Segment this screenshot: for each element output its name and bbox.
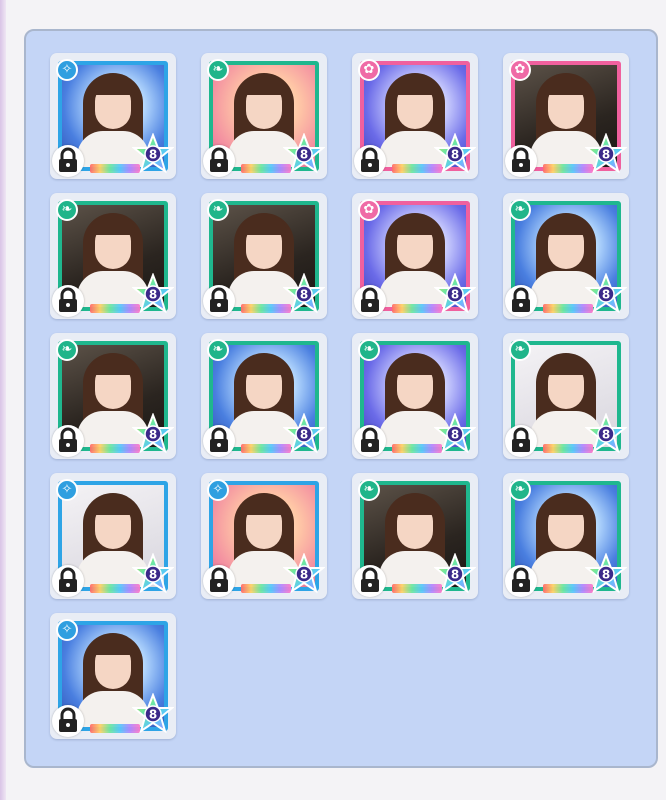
- leaf-icon: ❧: [207, 199, 229, 221]
- level-number: 8: [451, 428, 459, 442]
- member-card[interactable]: ❧ 8: [201, 53, 327, 179]
- level-number: 8: [149, 428, 157, 442]
- level-number: 8: [451, 148, 459, 162]
- level-number: 8: [451, 288, 459, 302]
- member-card[interactable]: ✿ 8: [352, 53, 478, 179]
- member-card[interactable]: ❧ 8: [503, 473, 629, 599]
- lock-icon: [354, 285, 386, 317]
- leaf-icon: ❧: [56, 199, 78, 221]
- card-grid: ✧ 8 ❧ 8 ✿ 8 ✿ 8 ❧ 8 ❧ 8 ✿ 8 ❧ 8 ❧ 8 ❧ 8 ❧ 8 ❧ 8 ✧ 8 ✧ 8 ❧ 8 ❧ 8 ✧ 8: [50, 53, 629, 739]
- level-number: 8: [149, 708, 157, 722]
- level-star-icon: 8: [131, 412, 175, 455]
- diamond-sparkle-icon: ✧: [56, 619, 78, 641]
- level-number: 8: [602, 288, 610, 302]
- diamond-sparkle-icon: ✧: [56, 479, 78, 501]
- level-number: 8: [149, 568, 157, 582]
- level-star-icon: 8: [282, 552, 326, 595]
- member-card[interactable]: ❧ 8: [352, 473, 478, 599]
- member-card[interactable]: ❧ 8: [503, 333, 629, 459]
- lock-icon: [52, 145, 84, 177]
- level-number: 8: [300, 148, 308, 162]
- lock-icon: [52, 425, 84, 457]
- member-card[interactable]: ✧ 8: [201, 473, 327, 599]
- lock-icon: [52, 705, 84, 737]
- leaf-icon: ❧: [56, 339, 78, 361]
- lock-icon: [505, 565, 537, 597]
- member-card[interactable]: ❧ 8: [50, 333, 176, 459]
- lock-icon: [505, 285, 537, 317]
- leaf-icon: ❧: [358, 339, 380, 361]
- level-star-icon: 8: [131, 552, 175, 595]
- level-number: 8: [602, 568, 610, 582]
- lock-icon: [52, 565, 84, 597]
- level-star-icon: 8: [433, 412, 477, 455]
- level-star-icon: 8: [131, 692, 175, 735]
- lock-icon: [505, 145, 537, 177]
- flower-icon: ✿: [509, 59, 531, 81]
- member-card[interactable]: ❧ 8: [201, 333, 327, 459]
- member-card[interactable]: ✿ 8: [352, 193, 478, 319]
- lock-icon: [354, 565, 386, 597]
- member-card[interactable]: ❧ 8: [503, 193, 629, 319]
- left-edge-border: [0, 0, 6, 800]
- lock-icon: [354, 425, 386, 457]
- member-card[interactable]: ❧ 8: [50, 193, 176, 319]
- level-star-icon: 8: [131, 272, 175, 315]
- member-card[interactable]: ✧ 8: [50, 613, 176, 739]
- level-star-icon: 8: [584, 272, 628, 315]
- lock-icon: [203, 565, 235, 597]
- leaf-icon: ❧: [207, 59, 229, 81]
- flower-icon: ✿: [358, 59, 380, 81]
- level-number: 8: [300, 568, 308, 582]
- member-card[interactable]: ✧ 8: [50, 473, 176, 599]
- level-star-icon: 8: [433, 132, 477, 175]
- lock-icon: [203, 145, 235, 177]
- level-star-icon: 8: [433, 272, 477, 315]
- level-star-icon: 8: [584, 132, 628, 175]
- level-star-icon: 8: [282, 132, 326, 175]
- level-star-icon: 8: [584, 412, 628, 455]
- leaf-icon: ❧: [509, 199, 531, 221]
- member-card[interactable]: ✧ 8: [50, 53, 176, 179]
- lock-icon: [203, 285, 235, 317]
- lock-icon: [203, 425, 235, 457]
- member-card[interactable]: ❧ 8: [201, 193, 327, 319]
- card-collection-panel: ✧ 8 ❧ 8 ✿ 8 ✿ 8 ❧ 8 ❧ 8 ✿ 8 ❧ 8 ❧ 8 ❧ 8 ❧ 8 ❧ 8 ✧ 8 ✧ 8 ❧ 8 ❧ 8 ✧ 8: [24, 29, 658, 768]
- leaf-icon: ❧: [509, 479, 531, 501]
- diamond-sparkle-icon: ✧: [207, 479, 229, 501]
- leaf-icon: ❧: [358, 479, 380, 501]
- level-star-icon: 8: [282, 412, 326, 455]
- flower-icon: ✿: [358, 199, 380, 221]
- level-star-icon: 8: [282, 272, 326, 315]
- leaf-icon: ❧: [509, 339, 531, 361]
- level-number: 8: [149, 288, 157, 302]
- leaf-icon: ❧: [207, 339, 229, 361]
- lock-icon: [354, 145, 386, 177]
- level-number: 8: [300, 288, 308, 302]
- member-card[interactable]: ✿ 8: [503, 53, 629, 179]
- member-card[interactable]: ❧ 8: [352, 333, 478, 459]
- level-number: 8: [149, 148, 157, 162]
- level-number: 8: [602, 148, 610, 162]
- diamond-sparkle-icon: ✧: [56, 59, 78, 81]
- level-star-icon: 8: [433, 552, 477, 595]
- level-number: 8: [602, 428, 610, 442]
- lock-icon: [505, 425, 537, 457]
- level-number: 8: [300, 428, 308, 442]
- level-star-icon: 8: [584, 552, 628, 595]
- level-number: 8: [451, 568, 459, 582]
- lock-icon: [52, 285, 84, 317]
- level-star-icon: 8: [131, 132, 175, 175]
